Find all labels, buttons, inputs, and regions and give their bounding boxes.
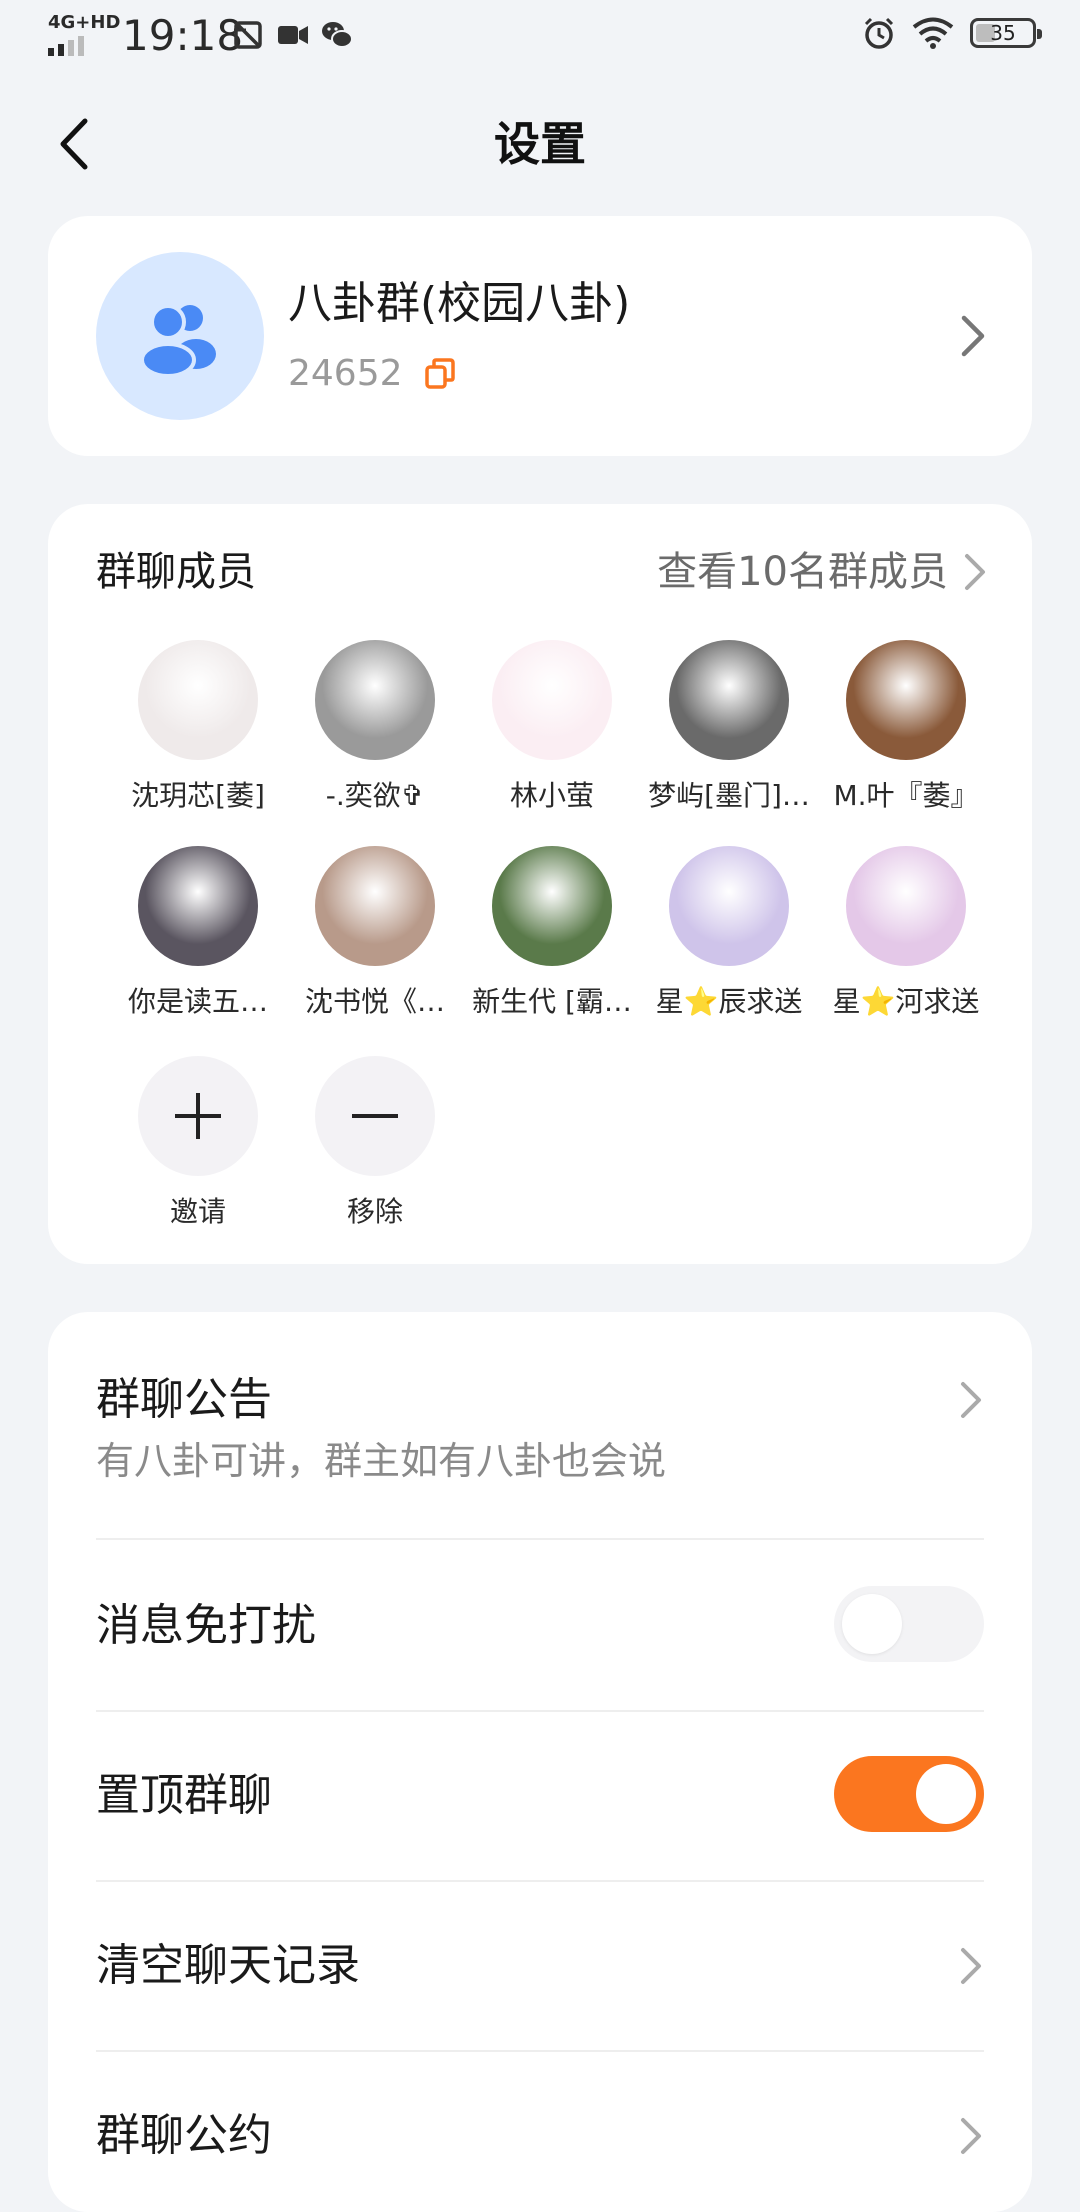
clear-history-label: 清空聊天记录 — [96, 1940, 360, 1991]
group-rules-row[interactable]: 群聊公约 — [96, 2052, 984, 2212]
member-item[interactable]: M.叶『萎』 — [820, 640, 992, 814]
member-name: 你是读五… — [127, 985, 268, 1018]
avatar — [492, 640, 612, 760]
avatar — [492, 846, 612, 966]
invite-label: 邀请 — [169, 1195, 226, 1228]
avatar — [846, 640, 966, 760]
remove-label: 移除 — [346, 1195, 403, 1228]
screenshot-icon — [234, 21, 262, 49]
avatar — [669, 640, 789, 760]
signal-icon — [48, 36, 84, 56]
avatar — [315, 640, 435, 760]
group-id: 24652 — [288, 353, 403, 394]
toggle-knob — [842, 1594, 902, 1654]
wechat-icon — [322, 22, 353, 48]
invite-button[interactable]: 邀请 — [112, 1056, 284, 1230]
announcement-text: 有八卦可讲，群主如有八卦也会说 — [96, 1439, 667, 1483]
remove-button[interactable]: 移除 — [289, 1056, 461, 1230]
members-title: 群聊成员 — [96, 549, 256, 595]
member-name: 星⭐河求送 — [832, 985, 980, 1018]
avatar — [138, 846, 258, 966]
group-rules-label: 群聊公约 — [96, 2110, 272, 2161]
member-name: 新生代 [霸… — [472, 985, 632, 1018]
battery-icon: 35 — [970, 18, 1042, 48]
toggle-knob — [916, 1764, 976, 1824]
avatar — [138, 640, 258, 760]
member-name: 沈书悦《… — [304, 985, 445, 1018]
avatar — [669, 846, 789, 966]
pin-label: 置顶群聊 — [96, 1770, 272, 1821]
view-all-members-link[interactable]: 查看10名群成员 — [657, 544, 988, 600]
member-name: 林小萤 — [509, 779, 594, 812]
pin-toggle[interactable] — [834, 1756, 984, 1832]
clear-history-row[interactable]: 清空聊天记录 — [96, 1882, 984, 2050]
members-card: 群聊成员 查看10名群成员 沈玥芯[萎] -.奕欲✞ 林小萤 梦屿[墨门]… M.叶『萎… — [48, 504, 1032, 1264]
member-item[interactable]: 林小萤 — [466, 640, 638, 814]
dnd-label: 消息免打扰 — [96, 1600, 316, 1651]
member-name: 星⭐辰求送 — [655, 985, 803, 1018]
chevron-right-icon — [961, 1382, 981, 1418]
wifi-icon — [912, 17, 954, 49]
avatar — [315, 846, 435, 966]
group-info-card[interactable]: 八卦群(校园八卦) 24652 — [48, 216, 1032, 456]
status-bar: 4G+HD 19:18 35 — [0, 0, 1080, 72]
plus-icon — [175, 1093, 221, 1139]
minus-icon — [352, 1114, 398, 1118]
chevron-right-icon — [961, 315, 985, 357]
header: 设置 — [0, 100, 1080, 190]
member-name: 沈玥芯[萎] — [131, 779, 265, 812]
pin-row: 置顶群聊 — [96, 1712, 984, 1880]
announcement-label: 群聊公告 — [96, 1374, 272, 1425]
chevron-right-icon — [961, 2118, 981, 2154]
settings-card: 群聊公告 有八卦可讲，群主如有八卦也会说 消息免打扰 置顶群聊 清空聊天记录 群… — [48, 1312, 1032, 2212]
member-item[interactable]: 沈玥芯[萎] — [112, 640, 284, 814]
member-item[interactable]: 你是读五… — [112, 846, 284, 1020]
dnd-toggle[interactable] — [834, 1586, 984, 1662]
network-indicator: 4G+HD — [48, 14, 120, 56]
avatar — [846, 846, 966, 966]
member-item[interactable]: 沈书悦《… — [289, 846, 461, 1020]
network-type: 4G+HD — [48, 12, 121, 33]
copy-icon[interactable] — [423, 357, 457, 391]
group-icon — [140, 304, 216, 376]
member-item[interactable]: -.奕欲✞ — [289, 640, 461, 814]
member-name: 梦屿[墨门]… — [648, 779, 810, 812]
chevron-right-icon — [961, 1948, 981, 1984]
member-name: M.叶『萎』 — [833, 779, 979, 812]
member-name: -.奕欲✞ — [325, 779, 425, 812]
battery-level: 35 — [990, 21, 1016, 45]
page-title: 设置 — [494, 117, 586, 171]
chevron-right-icon — [965, 554, 985, 590]
video-icon — [278, 26, 308, 44]
view-all-members-label: 查看10名群成员 — [657, 549, 948, 595]
group-avatar — [96, 252, 264, 420]
member-item[interactable]: 梦屿[墨门]… — [643, 640, 815, 814]
announcement-row[interactable]: 群聊公告 有八卦可讲，群主如有八卦也会说 — [96, 1372, 984, 1502]
member-item[interactable]: 星⭐河求送 — [820, 846, 992, 1020]
member-item[interactable]: 新生代 [霸… — [466, 846, 638, 1020]
clock: 19:18 — [122, 11, 244, 60]
group-name: 八卦群(校园八卦) — [288, 278, 631, 329]
alarm-icon — [864, 17, 894, 49]
dnd-row: 消息免打扰 — [96, 1540, 984, 1710]
member-item[interactable]: 星⭐辰求送 — [643, 846, 815, 1020]
